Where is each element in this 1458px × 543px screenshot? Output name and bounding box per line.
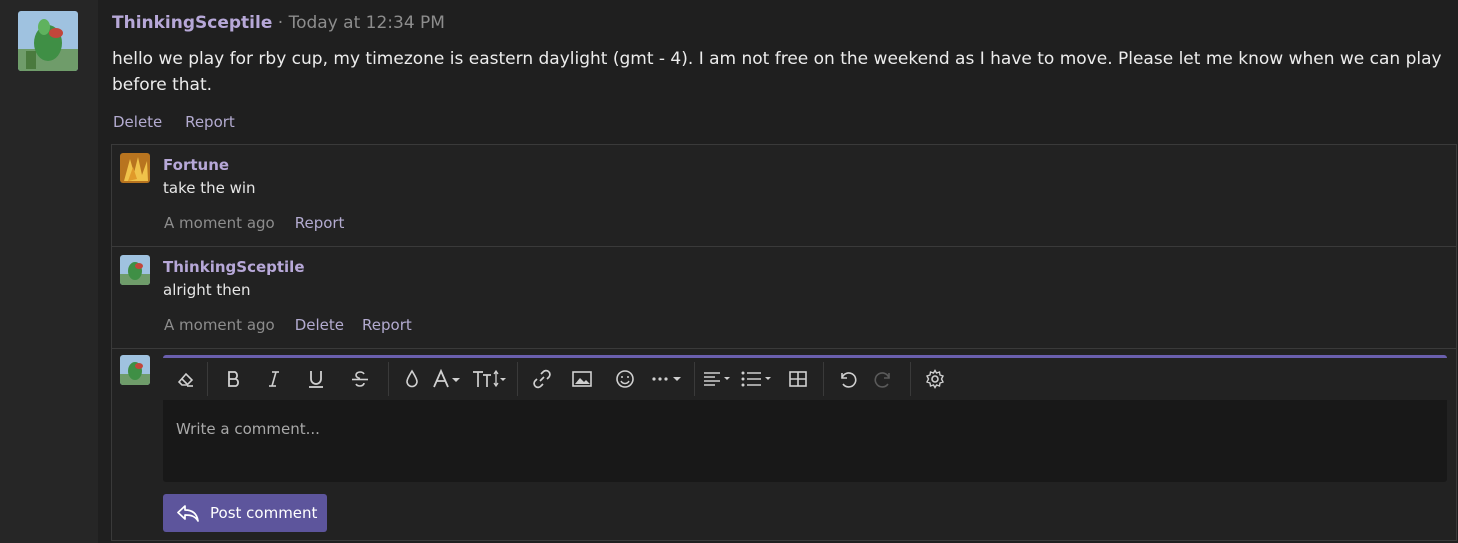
post-comment-button[interactable]: Post comment (163, 494, 327, 532)
comment-author[interactable]: Fortune (163, 156, 229, 174)
post-header: ThinkingSceptile · Today at 12:34 PM (112, 13, 445, 33)
avatar[interactable] (18, 11, 78, 71)
toolbar-divider (694, 362, 695, 396)
comment-text: alright then (163, 281, 251, 299)
toolbar-divider (517, 362, 518, 396)
toolbar-divider (207, 362, 208, 396)
comment-item: ThinkingSceptile alright then A moment a… (112, 247, 1456, 349)
left-gutter (0, 0, 98, 543)
eraser-icon[interactable] (171, 363, 201, 395)
align-icon[interactable] (701, 363, 737, 395)
link-icon[interactable] (524, 363, 560, 395)
report-button[interactable]: Report (295, 214, 345, 232)
comment-editor: Write a comment... (163, 355, 1447, 482)
color-drop-icon[interactable] (395, 363, 429, 395)
toolbar-divider (910, 362, 911, 396)
post-timestamp[interactable]: Today at 12:34 PM (289, 13, 445, 33)
comment-actions: A moment ago Delete Report (164, 316, 430, 334)
redo-icon[interactable] (864, 363, 904, 395)
reply-icon (176, 503, 200, 523)
more-icon[interactable] (646, 363, 688, 395)
toolbar-divider (823, 362, 824, 396)
comment-time[interactable]: A moment ago (164, 214, 275, 232)
comment-item: Fortune take the win A moment ago Report (112, 145, 1456, 247)
delete-button[interactable]: Delete (295, 316, 344, 334)
comments-section: Fortune take the win A moment ago Report … (111, 144, 1457, 541)
comment-time[interactable]: A moment ago (164, 316, 275, 334)
editor-toolbar (163, 358, 1447, 400)
strikethrough-icon[interactable] (338, 363, 382, 395)
comment-actions: A moment ago Report (164, 214, 362, 232)
settings-icon[interactable] (917, 363, 953, 395)
comment-placeholder: Write a comment... (176, 420, 320, 438)
comment-author[interactable]: ThinkingSceptile (163, 258, 305, 276)
post-body: hello we play for rby cup, my timezone i… (112, 49, 1442, 95)
report-button[interactable]: Report (185, 113, 235, 131)
font-color-icon[interactable] (429, 363, 469, 395)
toolbar-divider (388, 362, 389, 396)
bold-icon[interactable] (214, 363, 254, 395)
comment-input[interactable]: Write a comment... (163, 403, 1447, 479)
post-actions: Delete Report (113, 113, 253, 131)
delete-button[interactable]: Delete (113, 113, 162, 131)
list-icon[interactable] (737, 363, 779, 395)
separator: · (272, 13, 289, 33)
table-icon[interactable] (779, 363, 817, 395)
undo-icon[interactable] (830, 363, 864, 395)
avatar (120, 355, 150, 385)
post-comment-label: Post comment (210, 504, 318, 522)
report-button[interactable]: Report (362, 316, 412, 334)
italic-icon[interactable] (254, 363, 294, 395)
post-author[interactable]: ThinkingSceptile (112, 13, 272, 33)
comment-text: take the win (163, 179, 256, 197)
image-icon[interactable] (560, 363, 604, 395)
avatar[interactable] (120, 153, 150, 183)
emoji-icon[interactable] (604, 363, 646, 395)
font-size-icon[interactable] (469, 363, 511, 395)
avatar[interactable] (120, 255, 150, 285)
underline-icon[interactable] (294, 363, 338, 395)
